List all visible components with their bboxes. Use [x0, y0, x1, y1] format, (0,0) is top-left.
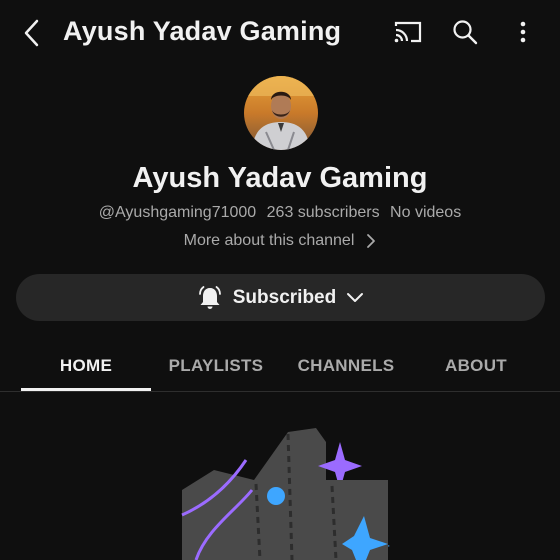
active-tab-indicator — [21, 388, 151, 391]
chevron-right-icon — [367, 234, 376, 248]
subscribed-button[interactable]: Subscribed — [16, 274, 545, 321]
chevron-down-icon — [347, 292, 364, 302]
back-button[interactable] — [14, 14, 50, 52]
top-app-bar: Ayush Yadav Gaming — [0, 0, 560, 66]
search-button[interactable] — [447, 14, 483, 50]
channel-avatar[interactable] — [244, 76, 318, 150]
channel-tabs: HOME PLAYLISTS CHANNELS ABOUT — [0, 340, 560, 392]
cast-icon — [394, 21, 422, 43]
empty-state-illustration — [181, 428, 390, 560]
tab-about[interactable]: ABOUT — [411, 340, 541, 392]
search-icon — [453, 20, 478, 45]
page-title: Ayush Yadav Gaming — [63, 16, 342, 46]
channel-meta: @Ayushgaming71000 263 subscribers No vid… — [0, 204, 560, 222]
subscribed-label: Subscribed — [232, 286, 337, 308]
channel-name: Ayush Yadav Gaming — [132, 162, 428, 194]
more-about-link[interactable]: More about this channel — [0, 232, 560, 250]
cast-button[interactable] — [390, 14, 426, 50]
video-count: No videos — [390, 204, 462, 221]
avatar-image — [244, 76, 318, 150]
channel-handle: @Ayushgaming71000 — [98, 204, 257, 221]
more-options-button[interactable] — [505, 14, 541, 50]
tab-home[interactable]: HOME — [21, 340, 151, 392]
bell-icon — [198, 285, 221, 309]
tab-channels[interactable]: CHANNELS — [281, 340, 411, 392]
more-vert-icon — [520, 21, 526, 43]
subscriber-count: 263 subscribers — [266, 204, 380, 221]
tab-playlists[interactable]: PLAYLISTS — [151, 340, 281, 392]
more-about-label: More about this channel — [183, 232, 355, 249]
back-arrow-icon — [24, 19, 39, 47]
